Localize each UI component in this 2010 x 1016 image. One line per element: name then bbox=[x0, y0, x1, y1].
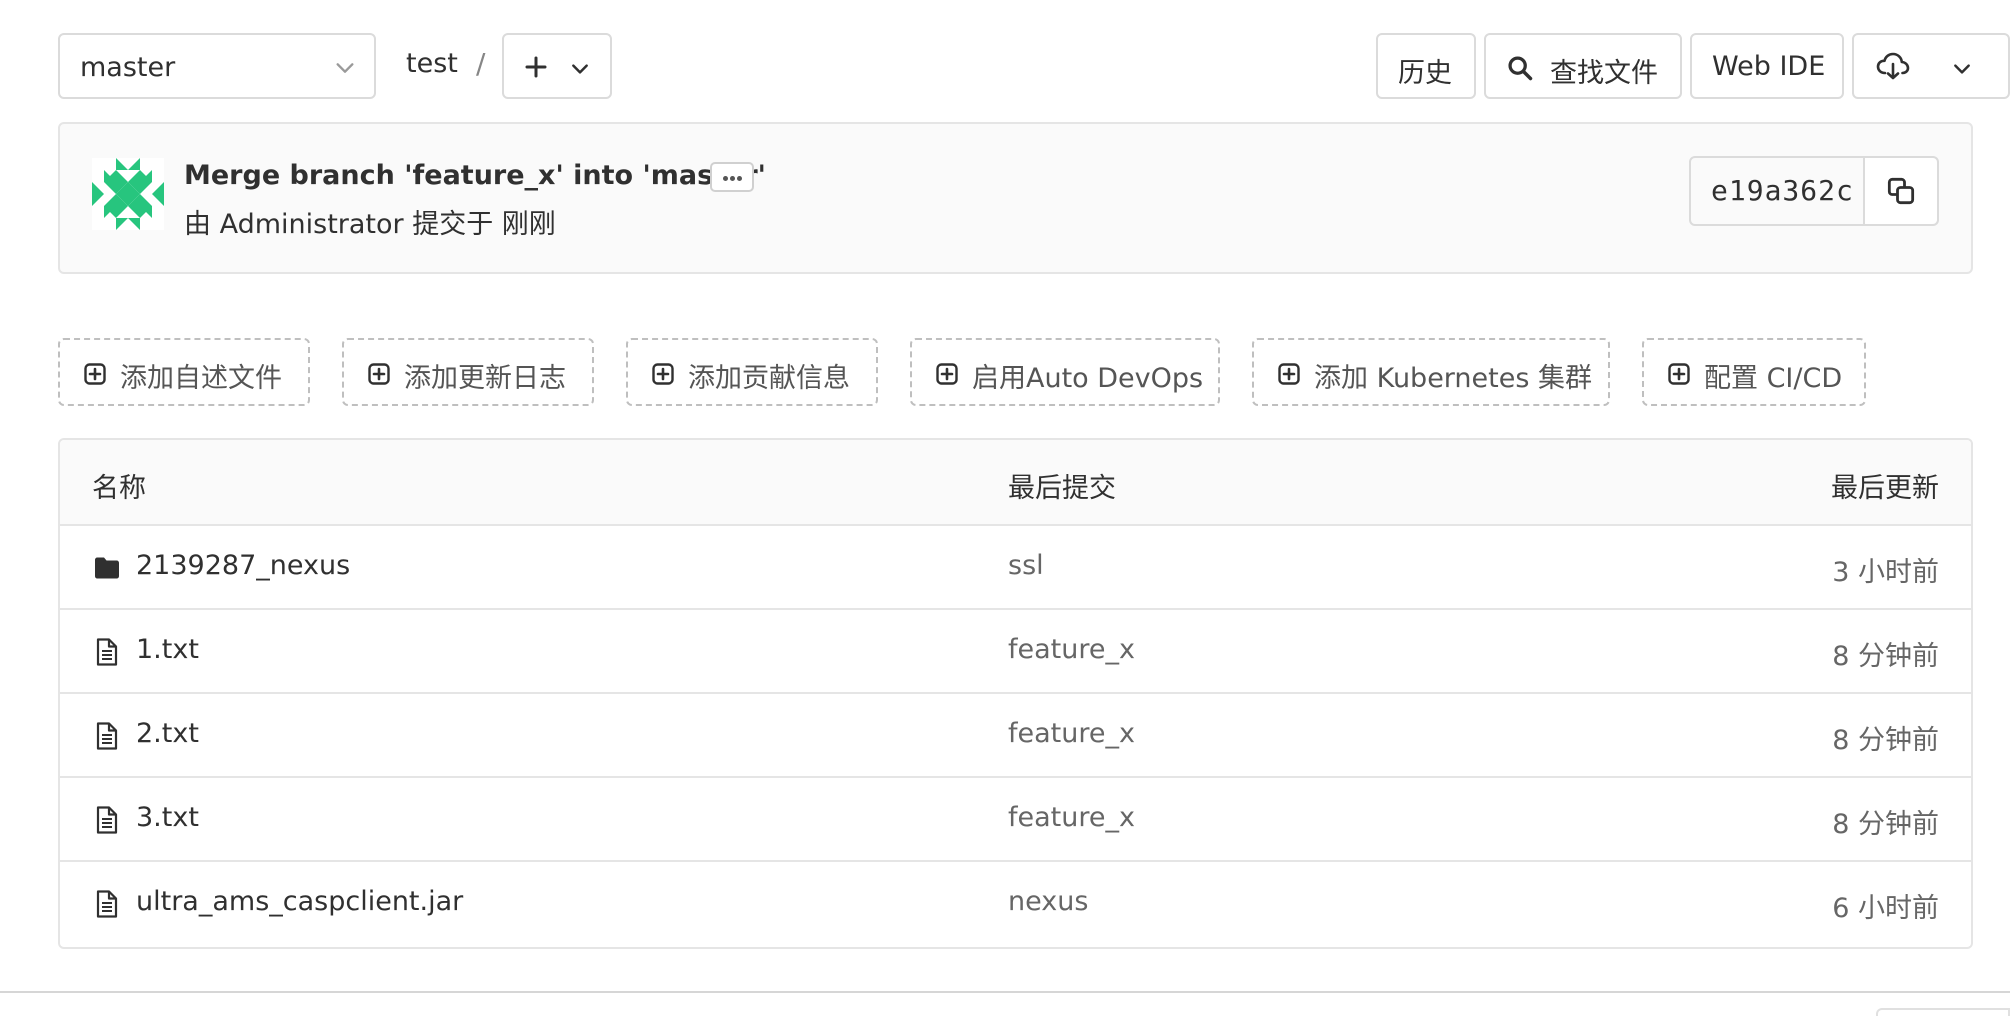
last-commit-panel: Merge branch 'feature_x' into 'master' 由… bbox=[58, 122, 1973, 274]
last-commit-link[interactable]: feature_x bbox=[1008, 802, 1135, 833]
add-readme-button[interactable]: 添加自述文件 bbox=[58, 338, 310, 406]
user-avatar-identicon[interactable] bbox=[92, 158, 164, 230]
toggle-commit-description-button[interactable] bbox=[710, 162, 754, 192]
repository-page: master test / 历史 查找文件 Web IDE Merge bran… bbox=[0, 0, 2010, 1016]
add-file-dropdown[interactable] bbox=[502, 33, 612, 99]
repo-toolbar: master test / 历史 查找文件 Web IDE bbox=[58, 33, 2010, 99]
chevron-down-icon bbox=[572, 64, 588, 74]
chevron-down-icon bbox=[1954, 64, 1970, 74]
last-commit-link[interactable]: feature_x bbox=[1008, 634, 1135, 665]
file-text-icon bbox=[96, 638, 118, 666]
find-file-button[interactable]: 查找文件 bbox=[1484, 33, 1682, 99]
file-name-link[interactable]: 2139287_nexus bbox=[136, 550, 350, 581]
last-update-time: 8 分钟前 bbox=[1832, 641, 1939, 672]
folder-icon bbox=[95, 557, 119, 579]
table-row[interactable]: 3.txt feature_x 8 分钟前 bbox=[60, 778, 1971, 862]
download-dropdown[interactable] bbox=[1852, 33, 2010, 99]
commit-sha-group: e19a362c bbox=[1689, 156, 1939, 226]
cloud-download-icon bbox=[1876, 52, 1910, 80]
web-ide-button[interactable]: Web IDE bbox=[1690, 33, 1844, 99]
web-ide-label: Web IDE bbox=[1712, 51, 1826, 82]
last-update-time: 8 分钟前 bbox=[1832, 725, 1939, 756]
action-label: 配置 CI/CD bbox=[1704, 363, 1843, 394]
ellipsis-dot bbox=[723, 176, 728, 181]
column-header-last-commit: 最后提交 bbox=[1008, 473, 1116, 504]
column-header-last-update: 最后更新 bbox=[1831, 473, 1939, 504]
table-header: 名称 最后提交 最后更新 bbox=[60, 440, 1971, 526]
plus-square-icon bbox=[368, 363, 390, 385]
ellipsis-dot bbox=[737, 176, 742, 181]
file-text-icon bbox=[96, 890, 118, 918]
add-kubernetes-cluster-button[interactable]: 添加 Kubernetes 集群 bbox=[1252, 338, 1610, 406]
repo-quick-actions: 添加自述文件 添加更新日志 添加贡献信息 启用Auto DevOps 添加 Ku… bbox=[58, 338, 1973, 408]
action-label: 添加 Kubernetes 集群 bbox=[1314, 363, 1593, 394]
setup-ci-cd-button[interactable]: 配置 CI/CD bbox=[1642, 338, 1866, 406]
find-file-label: 查找文件 bbox=[1550, 58, 1658, 89]
file-name-link[interactable]: 1.txt bbox=[136, 634, 199, 665]
chevron-down-icon bbox=[336, 63, 354, 73]
branch-name: master bbox=[80, 52, 176, 83]
search-icon bbox=[1508, 56, 1533, 81]
branch-selector[interactable]: master bbox=[58, 33, 376, 99]
history-label: 历史 bbox=[1398, 58, 1452, 89]
last-commit-link[interactable]: feature_x bbox=[1008, 718, 1135, 749]
file-name-link[interactable]: 3.txt bbox=[136, 802, 199, 833]
table-row[interactable]: ultra_ams_caspclient.jar nexus 6 小时前 bbox=[60, 862, 1971, 946]
ellipsis-dot bbox=[730, 176, 735, 181]
copy-icon bbox=[1887, 177, 1915, 205]
column-header-name: 名称 bbox=[92, 473, 146, 504]
plus-square-icon bbox=[84, 363, 106, 385]
history-button[interactable]: 历史 bbox=[1376, 33, 1476, 99]
table-row[interactable]: 1.txt feature_x 8 分钟前 bbox=[60, 610, 1971, 694]
add-contributing-button[interactable]: 添加贡献信息 bbox=[626, 338, 878, 406]
file-name-link[interactable]: ultra_ams_caspclient.jar bbox=[136, 886, 463, 917]
breadcrumb-project[interactable]: test bbox=[406, 48, 458, 79]
plus-square-icon bbox=[652, 363, 674, 385]
enable-auto-devops-button[interactable]: 启用Auto DevOps bbox=[910, 338, 1220, 406]
table-row[interactable]: 2.txt feature_x 8 分钟前 bbox=[60, 694, 1971, 778]
last-update-time: 3 小时前 bbox=[1832, 557, 1939, 588]
plus-icon bbox=[525, 56, 547, 78]
bottom-panel-edge bbox=[1876, 1008, 2010, 1016]
table-row[interactable]: 2139287_nexus ssl 3 小时前 bbox=[60, 526, 1971, 610]
copy-sha-button[interactable] bbox=[1863, 158, 1937, 224]
last-update-time: 8 分钟前 bbox=[1832, 809, 1939, 840]
action-label: 启用Auto DevOps bbox=[972, 363, 1204, 394]
add-changelog-button[interactable]: 添加更新日志 bbox=[342, 338, 594, 406]
file-name-link[interactable]: 2.txt bbox=[136, 718, 199, 749]
file-text-icon bbox=[96, 722, 118, 750]
commit-author-meta: 由 Administrator 提交于 刚刚 bbox=[184, 209, 556, 240]
plus-square-icon bbox=[1668, 363, 1690, 385]
file-text-icon bbox=[96, 806, 118, 834]
plus-square-icon bbox=[936, 363, 958, 385]
action-label: 添加贡献信息 bbox=[688, 363, 850, 394]
last-commit-link[interactable]: ssl bbox=[1008, 550, 1044, 581]
last-commit-link[interactable]: nexus bbox=[1008, 886, 1088, 917]
breadcrumb-separator: / bbox=[476, 47, 486, 80]
commit-title-link[interactable]: Merge branch 'feature_x' into 'master' bbox=[184, 160, 766, 191]
page-divider bbox=[0, 991, 2010, 993]
plus-square-icon bbox=[1278, 363, 1300, 385]
action-label: 添加更新日志 bbox=[404, 363, 566, 394]
file-tree-table: 名称 最后提交 最后更新 2139287_nexus ssl 3 小时前 1.t… bbox=[58, 438, 1973, 949]
commit-sha[interactable]: e19a362c bbox=[1711, 174, 1854, 207]
action-label: 添加自述文件 bbox=[120, 363, 282, 394]
last-update-time: 6 小时前 bbox=[1832, 893, 1939, 924]
